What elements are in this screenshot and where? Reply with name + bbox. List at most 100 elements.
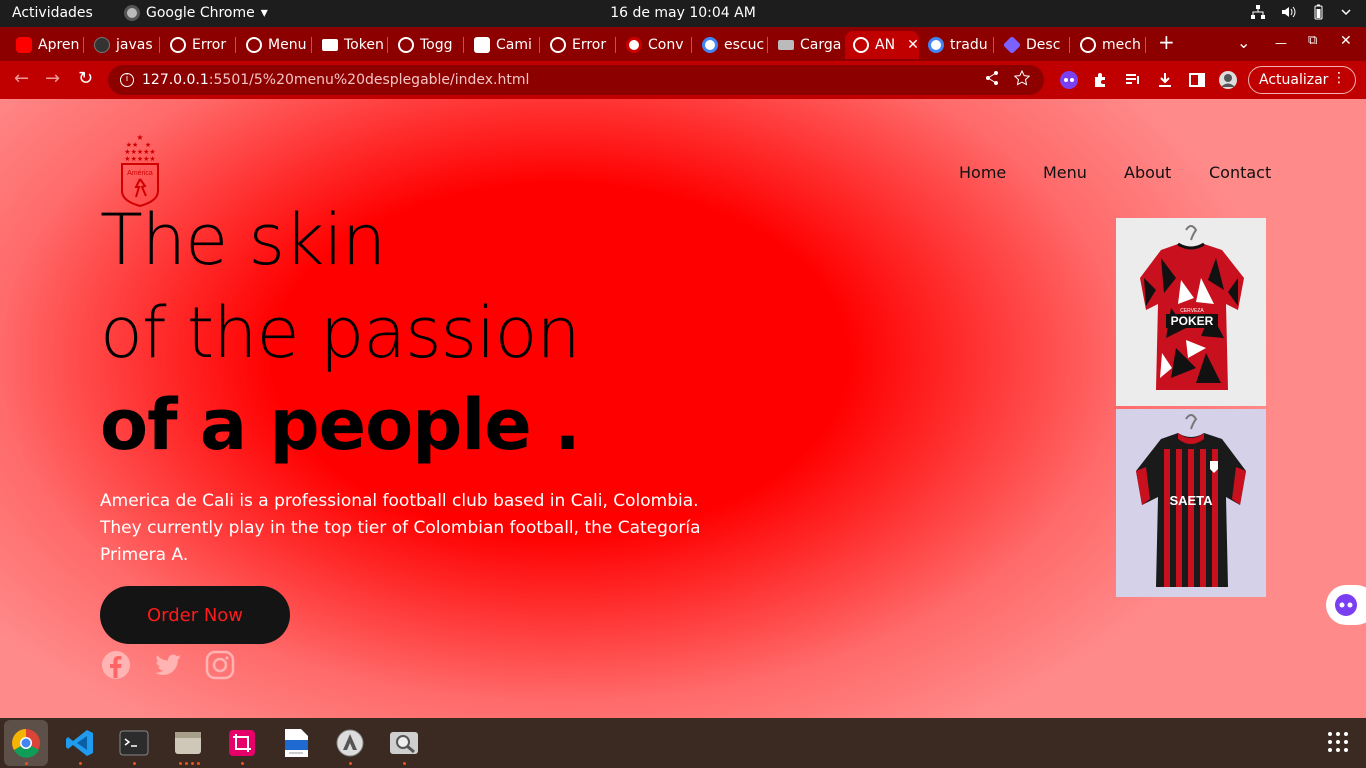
svg-text:★★★★★: ★★★★★	[124, 155, 155, 163]
tab-2[interactable]: Error	[162, 31, 236, 59]
tab-10[interactable]: Carga	[770, 31, 844, 59]
instagram-icon[interactable]	[205, 650, 235, 680]
more-menu-icon[interactable]: ⋮	[1332, 70, 1346, 86]
update-button[interactable]: Actualizar ⋮	[1248, 66, 1356, 94]
order-now-button[interactable]: Order Now	[100, 586, 290, 644]
youtube-icon	[16, 37, 32, 53]
tab-8[interactable]: Conv	[618, 31, 692, 59]
nav-link-home[interactable]: Home	[959, 163, 1006, 182]
tab-label: tradu	[950, 37, 988, 53]
web-page: ★ ★★ ★ ★★★★★ ★★★★★ América Home Menu Abo…	[0, 99, 1366, 718]
dock-vscode[interactable]	[62, 725, 98, 761]
url-path: :5501/5%20menu%20desplegable/index.html	[208, 72, 530, 88]
terminal-icon	[119, 730, 149, 756]
profile-avatar[interactable]	[1218, 70, 1238, 90]
dock-writer[interactable]	[278, 725, 314, 761]
close-tab-icon[interactable]: ✕	[907, 37, 919, 53]
gmail-icon	[322, 39, 338, 51]
dock-screenshot[interactable]	[224, 725, 260, 761]
address-bar[interactable]: i 127.0.0.1:5501/5%20menu%20desplegable/…	[108, 65, 1044, 95]
dock-chrome[interactable]	[4, 720, 48, 766]
tab-7[interactable]: Error	[542, 31, 616, 59]
tab-label: mech	[1102, 37, 1141, 53]
minimize-button[interactable]: —	[1275, 36, 1287, 50]
github-icon	[94, 37, 110, 53]
dock-software-updater[interactable]	[332, 725, 368, 761]
headline-line-2: of the passion	[100, 292, 581, 374]
tab-label: Conv	[648, 37, 684, 53]
extensions-puzzle-icon[interactable]	[1091, 70, 1111, 90]
layers-icon	[778, 40, 794, 50]
app-icon	[474, 37, 490, 53]
twitter-icon[interactable]	[153, 650, 183, 680]
extension-assistant-icon[interactable]	[1059, 70, 1079, 90]
taskbar-dock	[0, 718, 1366, 768]
svg-text:SAETA: SAETA	[1169, 493, 1213, 508]
tab-label: Apren	[38, 37, 80, 53]
nav-link-menu[interactable]: Menu	[1043, 163, 1087, 182]
headline-line-3: of a people .	[100, 384, 581, 466]
tab-12[interactable]: tradu	[920, 31, 994, 59]
media-queue-icon[interactable]	[1123, 70, 1143, 90]
activities-button[interactable]: Actividades	[12, 5, 93, 21]
chrome-small-icon	[124, 5, 140, 21]
tab-3[interactable]: Menu	[238, 31, 312, 59]
tab-5[interactable]: Togg	[390, 31, 464, 59]
system-tray[interactable]	[1250, 4, 1352, 20]
dock-files[interactable]	[170, 725, 206, 761]
tab-14[interactable]: mech	[1072, 31, 1146, 59]
dock-image-viewer[interactable]	[386, 725, 422, 761]
america-de-cali-logo-icon[interactable]: ★ ★★ ★ ★★★★★ ★★★★★ América	[118, 131, 162, 207]
globe-icon	[1080, 37, 1096, 53]
google-icon	[702, 37, 718, 53]
tab-label: escuc	[724, 37, 765, 53]
files-icon	[175, 732, 201, 754]
google-icon	[928, 37, 944, 53]
nav-link-about[interactable]: About	[1124, 163, 1171, 182]
globe-icon	[246, 37, 262, 53]
jersey-image-saeta[interactable]: SAETA	[1116, 409, 1266, 597]
running-indicator	[241, 762, 244, 765]
network-icon	[1251, 5, 1265, 19]
bookmark-star-icon[interactable]	[1014, 70, 1030, 86]
app-menu[interactable]: Google Chrome ▾	[124, 5, 268, 21]
tab-6[interactable]: Cami	[466, 31, 540, 59]
side-panel-icon[interactable]	[1187, 70, 1207, 90]
download-icon[interactable]	[1155, 70, 1175, 90]
club-description: America de Cali is a professional footba…	[100, 491, 701, 565]
show-apps-grid-icon[interactable]	[1327, 731, 1349, 753]
menu-arrow-icon	[1341, 9, 1351, 16]
tab-0[interactable]: Apren	[8, 31, 84, 59]
assistant-face-icon	[1335, 594, 1357, 616]
globe-icon	[398, 37, 414, 53]
running-indicator	[179, 762, 200, 765]
running-indicator	[25, 762, 28, 765]
back-arrow-icon[interactable]: ←	[14, 68, 29, 89]
volume-icon	[1282, 6, 1296, 18]
svg-text:POKER: POKER	[1171, 314, 1214, 328]
close-window-button[interactable]: ✕	[1340, 33, 1352, 49]
tab-label: Carga	[800, 37, 842, 53]
chrome-icon	[12, 729, 40, 758]
tab-11-active[interactable]: AN ✕	[845, 31, 919, 59]
floating-assistant-button[interactable]	[1326, 585, 1366, 625]
chevron-down-icon: ▾	[260, 5, 268, 21]
jersey-image-poker[interactable]: POKER CERVEZA	[1116, 218, 1266, 406]
reload-icon[interactable]: ↻	[78, 68, 93, 89]
tab-1[interactable]: javas	[86, 31, 160, 59]
restore-button[interactable]: ⧉	[1308, 33, 1317, 48]
tab-4[interactable]: Token	[314, 31, 388, 59]
tab-label: javas	[116, 37, 153, 53]
forward-arrow-icon[interactable]: →	[45, 68, 60, 89]
globe-icon	[550, 37, 566, 53]
tab-9[interactable]: escuc	[694, 31, 768, 59]
new-tab-button[interactable]: +	[1158, 30, 1175, 54]
share-icon[interactable]	[984, 70, 1000, 86]
tab-search-button[interactable]: ⌄	[1237, 33, 1250, 52]
facebook-icon[interactable]	[101, 650, 131, 680]
site-info-icon[interactable]: i	[120, 73, 134, 87]
tab-13[interactable]: Desc	[996, 31, 1070, 59]
nav-link-contact[interactable]: Contact	[1209, 163, 1271, 182]
dock-terminal[interactable]	[116, 725, 152, 761]
software-updater-icon	[336, 729, 364, 757]
